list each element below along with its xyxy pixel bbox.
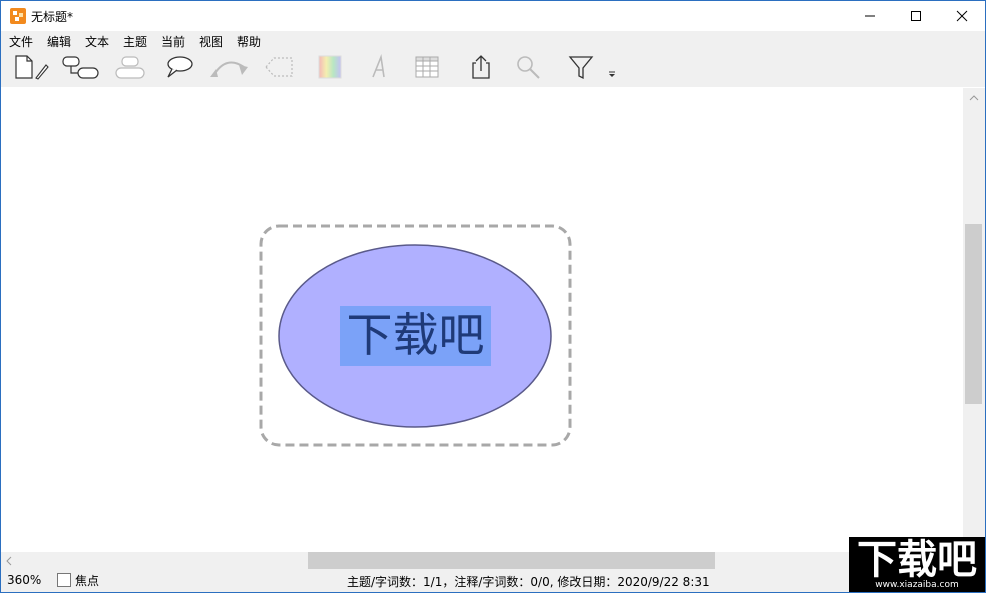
- topic-graphic: [259, 224, 572, 447]
- focus-label: 焦点: [75, 574, 100, 588]
- vertical-scrollbar[interactable]: [963, 88, 985, 552]
- horizontal-scroll-thumb[interactable]: [308, 552, 715, 569]
- zoom-level: 360%: [7, 573, 42, 587]
- central-topic-label[interactable]: 下载吧: [340, 306, 491, 366]
- watermark-text: 下载吧: [857, 537, 977, 583]
- watermark-url: www.xiazaiba.com: [875, 580, 959, 590]
- watermark-logo: 下载吧 www.xiazaiba.com: [849, 537, 985, 592]
- scroll-up-icon[interactable]: [969, 94, 979, 102]
- status-bar: 360% 焦点 主题/字词数：1/1，注释/字词数：0/0, 修改日期：2020…: [1, 569, 985, 592]
- vertical-scroll-thumb[interactable]: [965, 224, 982, 404]
- scroll-left-icon[interactable]: [5, 556, 13, 566]
- horizontal-scrollbar[interactable]: [1, 552, 963, 569]
- app-window: 无标题* 文件 编辑 文本 主题 当前 视图 帮助 下载吧 360% 焦点 主题…: [0, 0, 986, 593]
- document-info: 主题/字词数：1/1，注释/字词数：0/0, 修改日期：2020/9/22 8:…: [347, 575, 710, 589]
- focus-checkbox[interactable]: [57, 573, 71, 587]
